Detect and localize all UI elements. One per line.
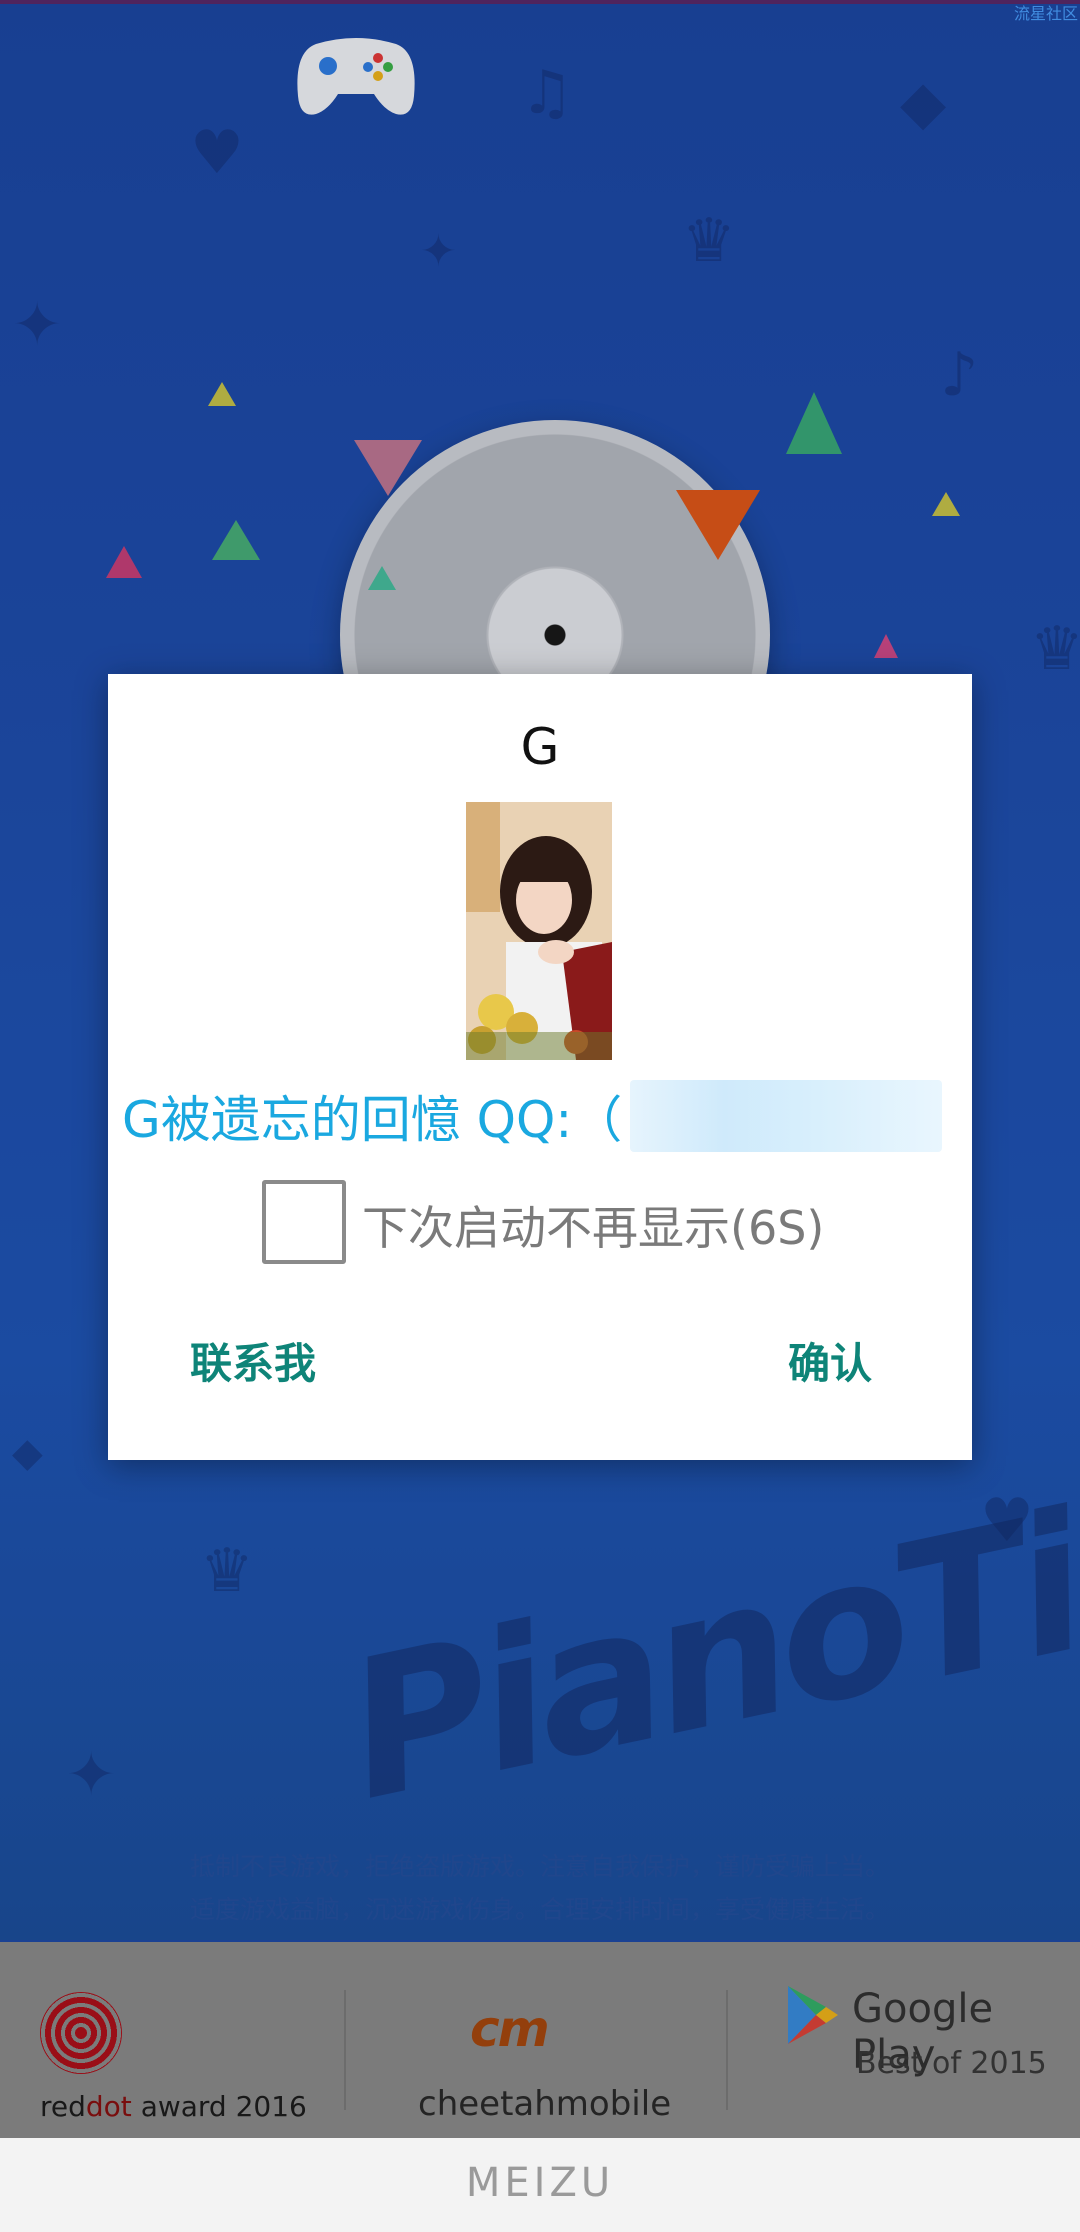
- announcement-dialog: G G被遗忘的回憶 QQ:（ 下次启动不再显示(6S) 联系我 确认: [108, 674, 972, 1460]
- author-photo: [466, 802, 612, 1060]
- brand-bar: MEIZU: [0, 2138, 1080, 2232]
- contact-me-button[interactable]: 联系我: [190, 1330, 316, 1391]
- confirm-button[interactable]: 确认: [788, 1330, 872, 1391]
- dont-show-again-checkbox[interactable]: [262, 1180, 346, 1264]
- redacted-qq-number: [630, 1080, 942, 1152]
- dialog-message: G被遗忘的回憶 QQ:（: [122, 1091, 623, 1149]
- device-brand: MEIZU: [465, 2160, 615, 2206]
- dont-show-again-label[interactable]: 下次启动不再显示(6S): [362, 1192, 824, 1258]
- dialog-title: G: [520, 718, 560, 776]
